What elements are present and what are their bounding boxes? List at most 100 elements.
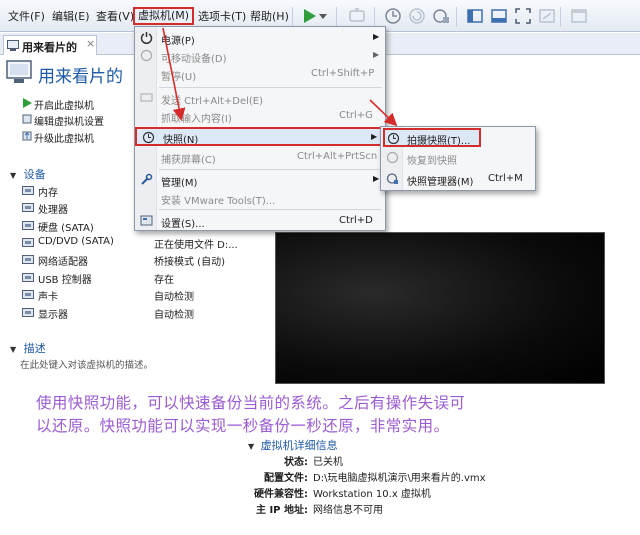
menu-item-label: 安装 VMware Tools(T)... [161,196,276,207]
menu-item-label: 设置(S)... [161,219,205,230]
vm-console-screen[interactable] [275,232,605,384]
collapse-arrow-icon: ▼ [10,171,17,180]
vm-menu-dropdown: 电源(P) ▶ 可移动设备(D) ▶ 暂停(U) Ctrl+Shift+P 发送… [134,26,386,231]
menu-item-shortcut: Ctrl+G [339,110,373,121]
menu-item-label: 快照(N) [163,135,199,146]
device-row-display[interactable]: 显示器 自动检测 [22,305,237,321]
preferences-icon[interactable] [570,7,588,25]
menu-item-label: 管理(M) [161,178,198,189]
tab-vm[interactable]: 用来看片的 × [3,35,97,55]
config-file-value: D:\玩电脑虚拟机演示\用来看片的.vmx [313,473,486,484]
snapshot-submenu: 拍摄快照(T)... 恢复到快照 快照管理器(M) Ctrl+M [380,126,536,191]
primary-ip-label: 主 IP 地址: [255,505,308,516]
config-file-label: 配置文件: [264,473,308,484]
device-name: CD/DVD (SATA) [38,236,114,247]
toolbar-separator [336,7,337,27]
tab-label: 用来看片的 [22,41,77,54]
device-name: 内存 [38,188,58,199]
menu-item-shortcut: Ctrl+D [339,215,373,226]
console-view-icon[interactable] [490,7,508,25]
removable-device-icon [140,49,153,62]
network-icon [22,255,34,264]
toolbar-separator [374,7,375,27]
vm-details-header[interactable]: ▼ 虚拟机详细信息 [248,437,338,453]
revert-snapshot-icon [386,151,399,164]
status-value: 已关机 [313,457,343,468]
description-placeholder[interactable]: 在此处键入对该虚拟机的描述。 [20,357,153,371]
upgrade-vm-link[interactable]: 升级此虚拟机 [22,130,94,145]
menu-edit[interactable]: 编辑(E) [52,8,90,26]
menu-separator [159,209,382,210]
menu-item-shortcut: Ctrl+Shift+P [311,68,375,79]
snapshot-manager-icon[interactable] [432,7,450,25]
submenu-arrow-icon: ▶ [373,50,380,59]
devices-heading: 设备 [23,168,46,181]
edit-settings-label: 编辑虚拟机设置 [34,117,104,128]
device-row-cd-dvd[interactable]: CD/DVD (SATA) 正在使用文件 D:... [22,235,238,251]
menu-item-grab-input[interactable]: 抓取输入内容(I) Ctrl+G [135,106,385,126]
cpu-icon [22,203,34,212]
take-snapshot-icon [387,132,400,145]
device-value: 正在使用文件 D:... [154,240,238,251]
device-row-sound-card[interactable]: 声卡 自动检测 [22,287,237,303]
menu-tabs[interactable]: 选项卡(T) [198,8,246,26]
full-screen-icon[interactable] [514,7,532,25]
edit-settings-link[interactable]: 编辑虚拟机设置 [22,113,104,128]
menu-item-label: 捕获屏幕(C) [161,155,216,166]
primary-ip-value: 网络信息不可用 [313,505,383,516]
menu-vm[interactable]: 虚拟机(M) [133,7,195,25]
device-name: 声卡 [38,292,58,303]
play-icon [23,98,32,108]
power-on-link[interactable]: 开启此虚拟机 [22,97,94,112]
keyboard-icon [140,93,153,102]
snapshot-icon[interactable] [384,7,402,25]
device-name: 网络适配器 [38,257,88,268]
device-value: 自动检测 [154,292,194,303]
hard-disk-icon [22,221,34,230]
menu-item-label: 发送 Ctrl+Alt+Del(E) [161,96,264,107]
device-row-usb-controller[interactable]: USB 控制器 存在 [22,270,237,286]
close-icon[interactable]: × [86,37,95,50]
caption-line-1: 使用快照功能，可以快速备份当前的系统。之后有操作失误可 [36,394,466,412]
send-keys-icon[interactable] [348,7,366,25]
menu-item-send-ctrl-alt-del[interactable]: 发送 Ctrl+Alt+Del(E) [135,88,385,108]
menu-item-pause[interactable]: 暂停(U) Ctrl+Shift+P [135,64,385,84]
device-name: 硬盘 (SATA) [38,223,94,234]
caption-line-2: 以还原。快照功能可以实现一秒备份一秒还原，非常实用。 [36,417,450,435]
vm-details-heading: 虚拟机详细信息 [260,439,338,452]
menu-item-snapshot[interactable]: 快照(N) ▶ [135,127,385,146]
toolbar-separator [456,7,457,27]
menu-item-manage[interactable]: 管理(M) ▶ [135,170,385,190]
menu-item-power[interactable]: 电源(P) ▶ [135,28,385,48]
power-on-label: 开启此虚拟机 [34,101,94,112]
device-value: 自动检测 [154,310,194,321]
toolbar-separator [560,7,561,27]
show-sidebar-icon[interactable] [466,7,484,25]
menu-item-install-vmware-tools[interactable]: 安装 VMware Tools(T)... [135,188,385,208]
description-heading: 描述 [23,342,46,355]
menu-item-take-snapshot[interactable]: 拍摄快照(T)... [383,128,481,147]
description-section-header[interactable]: ▼ 描述 [10,340,46,356]
device-name: USB 控制器 [38,275,92,286]
menu-item-settings[interactable]: 设置(S)... Ctrl+D [135,211,385,231]
menu-item-revert-snapshot[interactable]: 恢复到快照 [381,148,535,168]
menu-item-capture-screen[interactable]: 捕获屏幕(C) Ctrl+Alt+PrtScn [135,147,385,167]
devices-section-header[interactable]: ▼ 设备 [10,166,46,182]
vm-tab-icon [7,40,19,51]
menu-item-snapshot-manager[interactable]: 快照管理器(M) Ctrl+M [381,169,535,189]
vm-large-icon [6,60,32,83]
menu-file[interactable]: 文件(F) [8,8,45,26]
status-label: 状态: [284,457,308,468]
menu-item-removable-devices[interactable]: 可移动设备(D) ▶ [135,46,385,66]
collapse-arrow-icon: ▼ [248,442,255,451]
chevron-down-icon[interactable] [318,7,328,25]
menu-item-label: 快照管理器(M) [407,177,474,188]
usb-icon [22,273,34,282]
revert-snapshot-icon[interactable] [408,7,426,25]
unity-icon[interactable] [538,7,556,25]
memory-icon [22,186,34,195]
menu-view[interactable]: 查看(V) [96,8,134,26]
play-icon[interactable] [300,7,318,25]
device-row-network-adapter[interactable]: 网络适配器 桥接模式 (自动) [22,252,237,268]
menu-help[interactable]: 帮助(H) [250,8,289,26]
